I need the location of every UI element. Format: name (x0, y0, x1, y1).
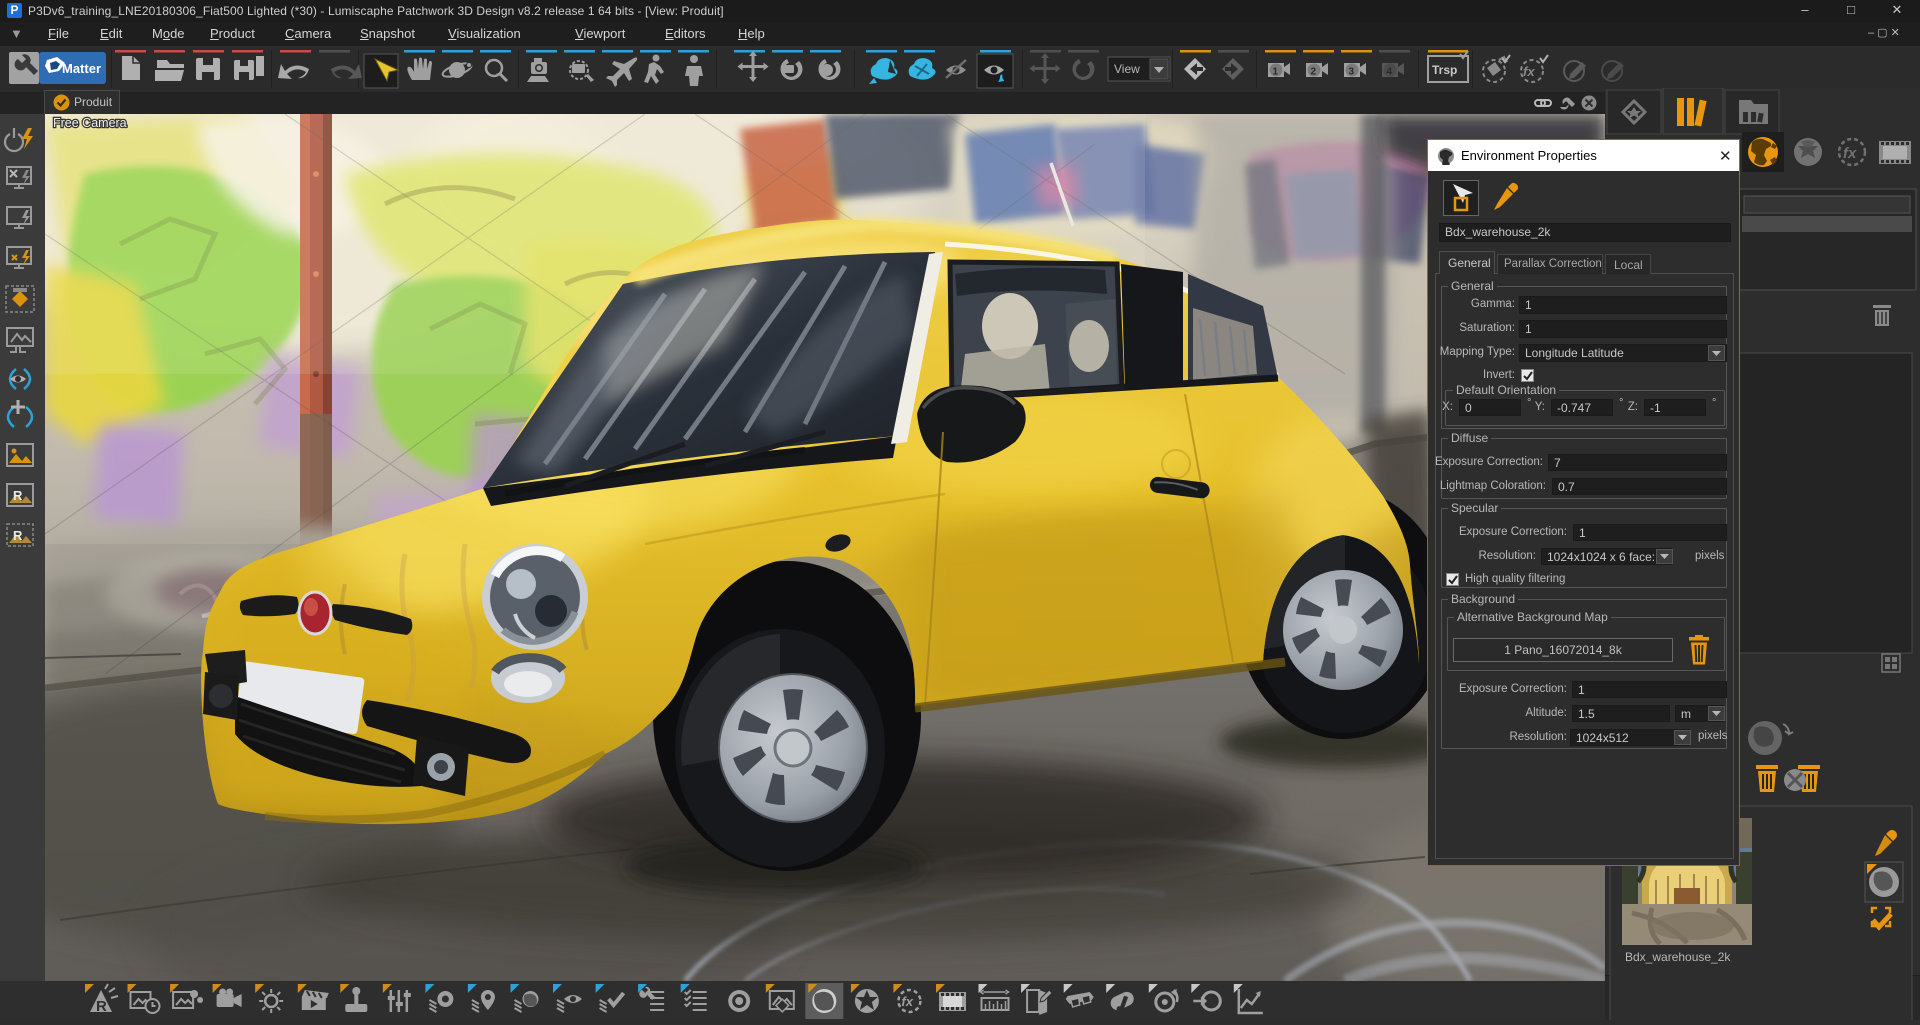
svg-text:2: 2 (1311, 67, 1317, 78)
svg-text:4: 4 (1387, 67, 1393, 78)
svg-text:Matter: Matter (62, 61, 101, 76)
svg-text:R: R (96, 998, 107, 1015)
svg-text:fx: fx (901, 994, 913, 1009)
svg-text:fx: fx (1843, 145, 1857, 162)
svg-text:Free Camera: Free Camera (53, 116, 127, 130)
svg-text:View: View (1114, 62, 1140, 76)
svg-text:fx: fx (1523, 64, 1535, 79)
svg-text:-: - (496, 69, 499, 78)
svg-text:3: 3 (1349, 67, 1355, 78)
svg-text:Trsp: Trsp (1432, 63, 1457, 77)
svg-text:R: R (13, 488, 23, 503)
svg-text:R: R (13, 528, 23, 543)
svg-text:1: 1 (1273, 67, 1279, 78)
svg-text:Bdx_warehouse_2k: Bdx_warehouse_2k (1625, 950, 1731, 964)
svg-text:+: + (487, 57, 492, 66)
